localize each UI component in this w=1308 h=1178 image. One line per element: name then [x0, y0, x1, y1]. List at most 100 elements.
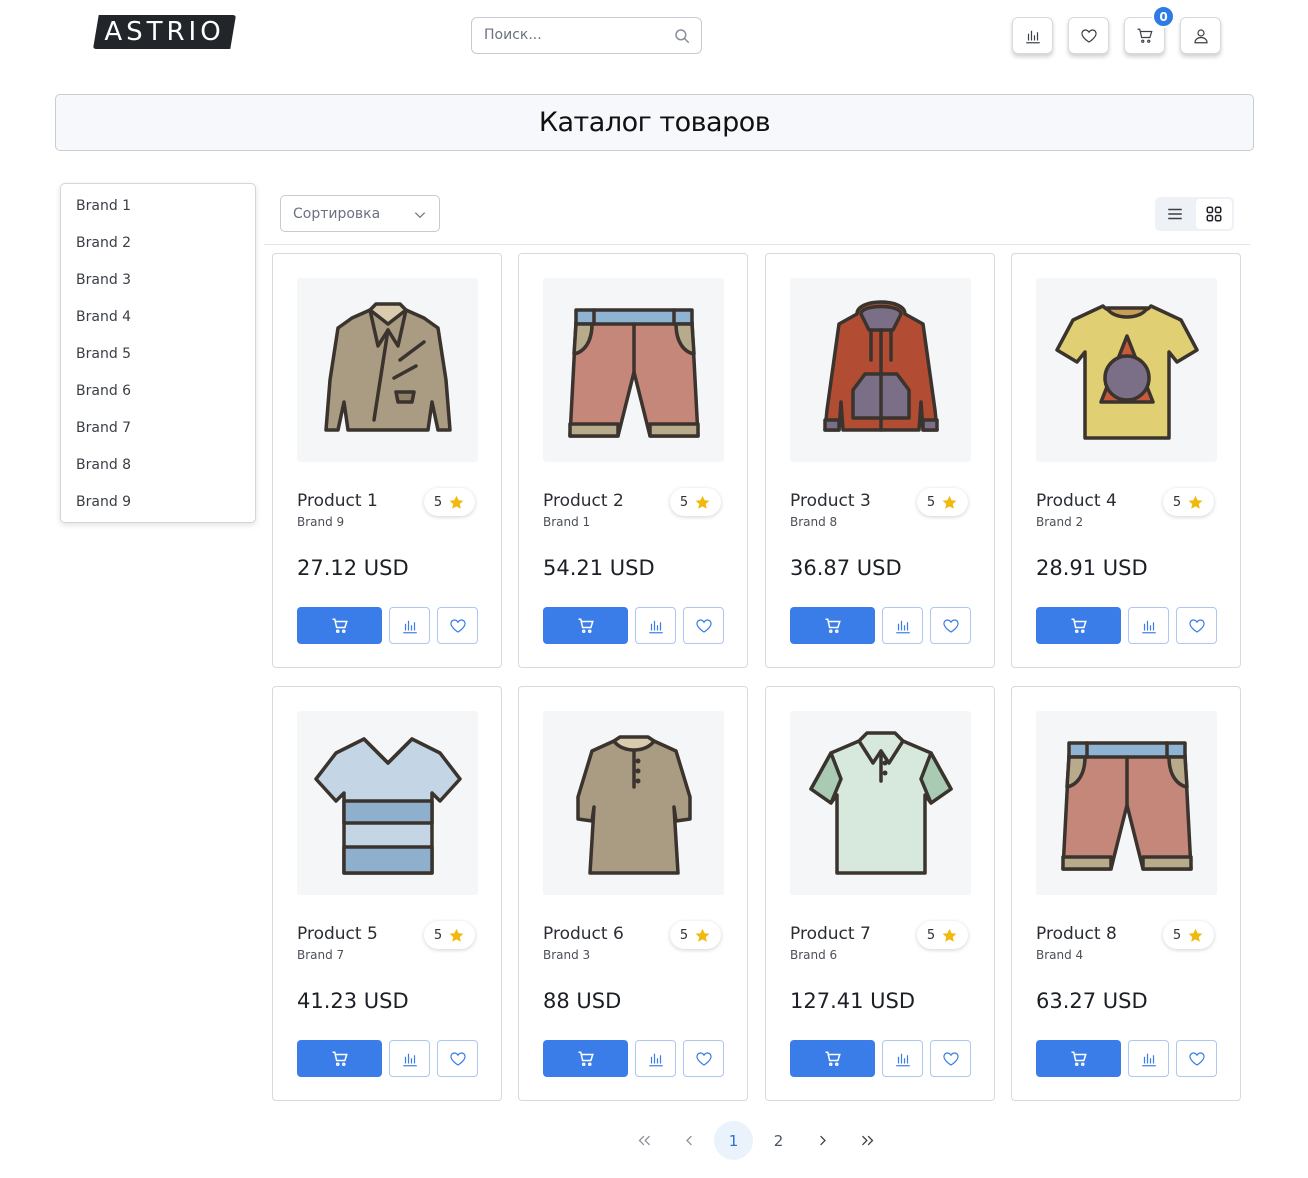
rating-value: 5: [433, 927, 443, 943]
cart-icon: [332, 618, 348, 633]
brand-filter-list: Brand 1 Brand 2 Brand 3 Brand 4 Brand 5 …: [60, 183, 256, 523]
chart-icon: [895, 620, 910, 633]
grid-view-button[interactable]: [1196, 199, 1232, 229]
add-to-cart-button[interactable]: [790, 607, 875, 644]
brand-item[interactable]: Brand 5: [76, 346, 131, 362]
product-image[interactable]: [297, 278, 478, 462]
cart-icon: [578, 1051, 594, 1066]
brand-item[interactable]: Brand 4: [76, 309, 131, 325]
chevron-down-icon: [414, 212, 426, 219]
product-card[interactable]: Product 7 Brand 6 5 127.41 USD: [765, 686, 995, 1101]
add-to-favorites-button[interactable]: [1176, 1040, 1217, 1077]
product-card[interactable]: Product 6 Brand 3 5 88 USD: [518, 686, 748, 1101]
product-card[interactable]: Product 2 Brand 1 5 54.21 USD: [518, 253, 748, 668]
product-image[interactable]: [1036, 711, 1217, 895]
add-to-favorites-button[interactable]: [930, 1040, 971, 1077]
search-input[interactable]: [484, 27, 664, 43]
pagination-first-button[interactable]: [625, 1121, 664, 1160]
heart-icon: [449, 618, 466, 633]
rating-badge: 5: [917, 488, 968, 516]
product-brand: Brand 9: [297, 515, 345, 529]
add-to-compare-button[interactable]: [389, 1040, 430, 1077]
add-to-favorites-button[interactable]: [683, 1040, 724, 1077]
add-to-cart-button[interactable]: [297, 607, 382, 644]
product-price: 41.23 USD: [297, 989, 409, 1013]
product-name[interactable]: Product 8: [1036, 924, 1117, 944]
product-image[interactable]: [790, 711, 971, 895]
product-name[interactable]: Product 7: [790, 924, 871, 944]
add-to-compare-button[interactable]: [1128, 607, 1169, 644]
product-card[interactable]: Product 5 Brand 7 5 41.23 USD: [272, 686, 502, 1101]
shorts-icon: [1060, 741, 1193, 871]
product-image[interactable]: [790, 278, 971, 462]
add-to-favorites-button[interactable]: [437, 607, 478, 644]
product-name[interactable]: Product 4: [1036, 491, 1117, 511]
product-card[interactable]: Product 8 Brand 4 5 63.27 USD: [1011, 686, 1241, 1101]
cart-icon: [1071, 1051, 1087, 1066]
pagination-next-button[interactable]: [803, 1121, 842, 1160]
add-to-cart-button[interactable]: [543, 607, 628, 644]
product-card[interactable]: Product 1 Brand 9 5 27.12 USD: [272, 253, 502, 668]
favorites-button[interactable]: [1068, 17, 1109, 54]
add-to-compare-button[interactable]: [389, 607, 430, 644]
brand-item[interactable]: Brand 6: [76, 383, 131, 399]
user-icon: [1193, 28, 1208, 43]
product-card[interactable]: Product 3 Brand 8 5 36.87 USD: [765, 253, 995, 668]
add-to-compare-button[interactable]: [1128, 1040, 1169, 1077]
account-button[interactable]: [1180, 17, 1221, 54]
add-to-cart-button[interactable]: [297, 1040, 382, 1077]
product-price: 27.12 USD: [297, 556, 409, 580]
product-card[interactable]: Product 4 Brand 2 5 28.91 USD: [1011, 253, 1241, 668]
add-to-cart-button[interactable]: [1036, 1040, 1121, 1077]
brand-item[interactable]: Brand 2: [76, 235, 131, 251]
list-view-button[interactable]: [1157, 199, 1193, 229]
add-to-cart-button[interactable]: [790, 1040, 875, 1077]
search-box[interactable]: [471, 17, 702, 54]
add-to-compare-button[interactable]: [635, 1040, 676, 1077]
search-icon[interactable]: [673, 27, 691, 45]
pagination-last-button[interactable]: [848, 1121, 887, 1160]
product-name[interactable]: Product 3: [790, 491, 871, 511]
sort-dropdown[interactable]: Сортировка: [280, 195, 440, 232]
brand-item[interactable]: Brand 1: [76, 198, 131, 214]
add-to-compare-button[interactable]: [882, 1040, 923, 1077]
add-to-favorites-button[interactable]: [683, 607, 724, 644]
astrio-logo[interactable]: ASTRIO: [93, 15, 236, 49]
add-to-favorites-button[interactable]: [1176, 607, 1217, 644]
product-image[interactable]: [543, 711, 724, 895]
chevron-left-icon: [686, 1135, 692, 1146]
star-icon: [942, 928, 957, 942]
add-to-favorites-button[interactable]: [930, 607, 971, 644]
compare-button[interactable]: [1012, 17, 1053, 54]
add-to-cart-button[interactable]: [1036, 607, 1121, 644]
brand-item[interactable]: Brand 3: [76, 272, 131, 288]
add-to-cart-button[interactable]: [543, 1040, 628, 1077]
add-to-favorites-button[interactable]: [437, 1040, 478, 1077]
rating-value: 5: [926, 494, 936, 510]
pagination-prev-button[interactable]: [670, 1121, 709, 1160]
product-name[interactable]: Product 2: [543, 491, 624, 511]
brand-item[interactable]: Brand 7: [76, 420, 131, 436]
product-name[interactable]: Product 6: [543, 924, 624, 944]
product-brand: Brand 7: [297, 948, 345, 962]
toolbar-divider: [264, 244, 1250, 245]
star-icon: [449, 928, 464, 942]
product-image[interactable]: [543, 278, 724, 462]
brand-item[interactable]: Brand 9: [76, 494, 131, 510]
product-image[interactable]: [1036, 278, 1217, 462]
pagination-page[interactable]: 2: [759, 1121, 798, 1160]
star-icon: [449, 495, 464, 509]
cart-icon: [1071, 618, 1087, 633]
product-brand: Brand 3: [543, 948, 591, 962]
heart-icon: [1188, 1051, 1205, 1066]
chart-icon: [402, 1053, 417, 1066]
pagination-page[interactable]: 1: [714, 1121, 753, 1160]
product-image[interactable]: [297, 711, 478, 895]
chart-icon: [1025, 30, 1040, 43]
add-to-compare-button[interactable]: [635, 607, 676, 644]
add-to-compare-button[interactable]: [882, 607, 923, 644]
product-name[interactable]: Product 5: [297, 924, 378, 944]
cart-icon: [825, 618, 841, 633]
brand-item[interactable]: Brand 8: [76, 457, 131, 473]
product-name[interactable]: Product 1: [297, 491, 378, 511]
